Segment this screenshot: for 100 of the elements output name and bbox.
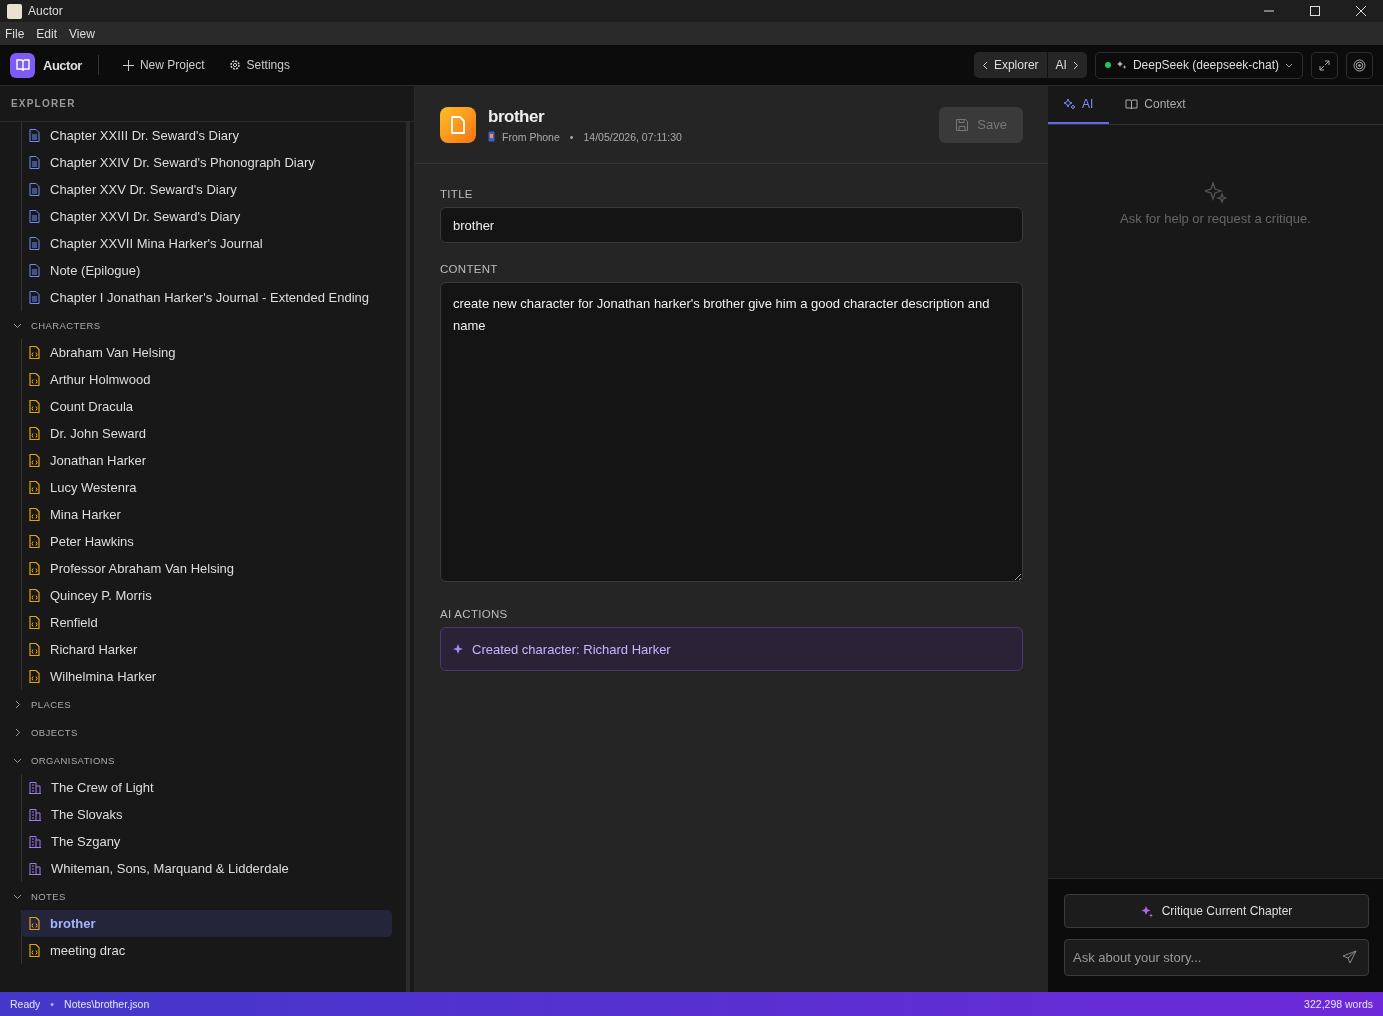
tree-item[interactable]: The Slovaks [21,801,392,828]
document-icon [29,183,40,196]
app-name: Auctor [43,57,82,73]
building-icon [29,862,41,875]
maximize-icon[interactable] [1309,5,1321,17]
tree-item[interactable]: Chapter XXVII Mina Harker's Journal [21,230,392,257]
tree-item[interactable]: The Crew of Light [21,774,392,801]
window-title: Auctor [28,4,63,18]
title-input[interactable]: brother [440,207,1023,243]
code-file-icon [29,346,40,359]
tree-item[interactable]: Chapter XXIV Dr. Seward's Phonograph Diary [21,149,392,176]
close-icon[interactable] [1355,5,1367,17]
section-header[interactable]: NOTES [0,882,392,910]
settings-icon [228,59,241,71]
expand-button[interactable] [1311,51,1338,79]
code-file-icon [29,535,40,548]
document-icon [29,156,40,169]
field-label: TITLE [440,188,474,200]
status-text: Ready [10,998,41,1010]
target-icon [1353,58,1366,72]
expand-icon [1319,59,1330,71]
tree-item[interactable]: meeting drac [21,937,392,964]
tree-item[interactable]: Wilhelmina Harker [21,663,392,690]
tree-item[interactable]: Dr. John Seward [21,420,392,447]
sparkle-icon [453,644,463,654]
app-icon [7,3,22,19]
separator-dot: • [50,998,55,1010]
sparkle-icon [1140,904,1154,918]
tree-item[interactable]: Peter Hawkins [21,528,392,555]
tree-item[interactable]: Arthur Holmwood [21,366,392,393]
tree-item[interactable]: Mina Harker [21,501,392,528]
code-file-icon [29,427,40,440]
panel-tab[interactable]: AI [1048,86,1110,124]
tree-item[interactable]: Chapter XXV Dr. Seward's Diary [21,176,392,203]
menu-item[interactable]: View [69,26,95,41]
tree-item[interactable]: Abraham Van Helsing [21,339,392,366]
book-icon [1125,98,1139,110]
tree-item[interactable]: Note (Epilogue) [21,257,392,284]
code-file-icon [29,562,40,575]
critique-button[interactable]: Critique Current Chapter [1064,894,1369,928]
tree-item[interactable]: Whiteman, Sons, Marquand & Lidderdale [21,855,392,882]
empty-state-text: Ask for help or request a critique. [1120,211,1311,226]
tree-item[interactable]: Quincey P. Morris [21,582,392,609]
field-label: AI ACTIONS [440,608,509,620]
section-header[interactable]: CHARACTERS [0,311,392,339]
model-selector[interactable]: DeepSeek (deepseek-chat) [1094,51,1303,79]
section-header[interactable]: OBJECTS [0,718,392,746]
word-count: 322,298 words [1304,998,1373,1010]
document-icon [440,106,476,143]
code-file-icon [29,643,40,656]
tree-item[interactable]: Chapter XXVI Dr. Seward's Diary [21,203,392,230]
tree-item[interactable]: Professor Abraham Van Helsing [21,555,392,582]
code-file-icon [29,454,40,467]
save-icon [955,117,970,132]
document-icon [29,291,40,304]
tree-item[interactable]: Lucy Westenra [21,474,392,501]
sparkle-icon [1204,181,1227,203]
tree-item[interactable]: Count Dracula [21,393,392,420]
settings-button[interactable]: Settings [220,58,298,72]
tree-item[interactable]: The Szgany [21,828,392,855]
menu-item[interactable]: File [5,26,25,41]
chevron-right-icon [1072,60,1079,70]
send-icon[interactable] [1342,950,1357,965]
sparkle-icon [1116,60,1127,70]
target-button[interactable] [1346,51,1373,79]
code-file-icon [29,481,40,494]
timestamp: 14/05/2026, 07:11:30 [583,130,682,143]
ai-toggle[interactable]: AI [1046,52,1087,78]
content-textarea[interactable]: create new character for Jonathan harker's brother give him a good character description and name [440,282,1023,582]
book-icon [10,52,35,78]
section-header[interactable]: ORGANISATIONS [0,746,392,774]
tree-item[interactable]: Jonathan Harker [21,447,392,474]
explorer-toggle[interactable]: Explorer [973,52,1047,78]
chat-input[interactable]: Ask about your story... [1064,939,1369,976]
document-icon [29,210,40,223]
document-icon [29,129,40,142]
code-file-icon [29,616,40,629]
chevron-down-icon [1285,62,1293,68]
tree-item[interactable]: brother [21,910,392,937]
tree-item[interactable]: Chapter I Jonathan Harker's Journal - Extended Ending [21,284,392,311]
building-icon [29,808,41,821]
phone-icon [488,131,495,142]
tree-item[interactable]: Renfield [21,609,392,636]
document-title: brother [488,106,546,127]
building-icon [29,781,41,794]
file-path: Notes\brother.json [64,998,150,1010]
code-file-icon [29,944,40,957]
code-file-icon [29,400,40,413]
code-file-icon [29,589,40,602]
new-project-button[interactable]: New Project [114,58,213,72]
ai-action-item: Created character: Richard Harker [440,627,1023,671]
section-header[interactable]: PLACES [0,690,392,718]
chevron-icon [13,699,22,709]
tree-item[interactable]: Richard Harker [21,636,392,663]
code-file-icon [29,670,40,683]
field-label: CONTENT [440,263,499,275]
tree-item[interactable]: Chapter XXIII Dr. Seward's Diary [21,122,392,149]
plus-icon [122,59,134,71]
panel-tab[interactable]: Context [1109,86,1202,124]
menu-item[interactable]: Edit [36,26,58,41]
